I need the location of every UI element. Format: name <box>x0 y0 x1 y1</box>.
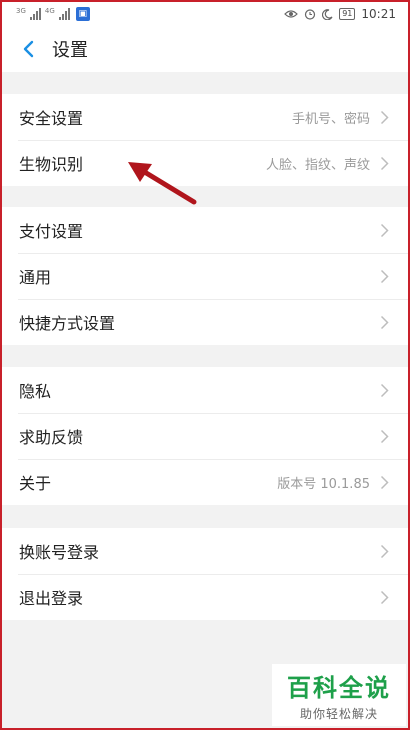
biometrics-row[interactable]: 生物识别 人脸、指纹、声纹 <box>2 140 408 186</box>
chevron-right-icon <box>380 382 392 398</box>
row-detail: 人脸、指纹、声纹 <box>265 157 370 173</box>
payment-settings-row[interactable]: 支付设置 <box>2 207 408 253</box>
moon-icon <box>322 8 333 20</box>
chevron-right-icon <box>380 474 392 490</box>
row-label: 求助反馈 <box>19 428 84 447</box>
row-label: 生物识别 <box>19 155 84 174</box>
settings-group-account: 安全设置 手机号、密码 生物识别 人脸、指纹、声纹 <box>2 94 408 186</box>
row-label: 安全设置 <box>19 109 84 128</box>
chevron-right-icon <box>380 155 392 171</box>
settings-group-account-actions: 换账号登录 退出登录 <box>2 528 408 620</box>
watermark-subtitle: 助你轻松解决 <box>299 707 378 721</box>
chevron-right-icon <box>380 428 392 444</box>
eye-icon <box>284 10 299 18</box>
signal-bars-icon <box>29 8 41 20</box>
switch-account-row[interactable]: 换账号登录 <box>2 528 408 574</box>
watermark-logo: 百科全说 助你轻松解决 <box>272 664 406 726</box>
back-button[interactable] <box>8 26 48 72</box>
row-label: 支付设置 <box>19 222 84 241</box>
signal-bars-icon <box>58 8 70 20</box>
signal-type-2: 4G <box>44 7 55 15</box>
version-text: 版本号 10.1.85 <box>277 476 370 492</box>
chevron-right-icon <box>380 268 392 284</box>
chevron-right-icon <box>380 222 392 238</box>
annotation-arrow-icon <box>128 162 197 205</box>
row-label: 快捷方式设置 <box>19 314 116 333</box>
chevron-right-icon <box>380 589 392 605</box>
signal-type-1: 3G <box>16 7 26 15</box>
chevron-right-icon <box>380 314 392 330</box>
row-label: 换账号登录 <box>19 543 100 562</box>
security-settings-row[interactable]: 安全设置 手机号、密码 <box>2 94 408 140</box>
logout-row[interactable]: 退出登录 <box>2 574 408 620</box>
about-row[interactable]: 关于 版本号 10.1.85 <box>2 459 408 505</box>
back-arrow-icon <box>23 40 34 58</box>
status-time: 10:21 <box>361 7 396 21</box>
shortcut-settings-row[interactable]: 快捷方式设置 <box>2 299 408 345</box>
row-detail: 手机号、密码 <box>291 111 370 127</box>
settings-group-info: 隐私 求助反馈 关于 版本号 10.1.85 <box>2 367 408 505</box>
chevron-right-icon <box>380 109 392 125</box>
settings-group-general: 支付设置 通用 快捷方式设置 <box>2 207 408 345</box>
row-label: 退出登录 <box>19 589 84 608</box>
row-label: 关于 <box>19 474 52 493</box>
notification-app-icon: ▣ <box>75 7 90 21</box>
row-label: 隐私 <box>19 382 52 401</box>
chevron-right-icon <box>380 543 392 559</box>
watermark-title: 百科全说 <box>287 674 391 702</box>
alarm-icon <box>305 9 316 20</box>
help-feedback-row[interactable]: 求助反馈 <box>2 413 408 459</box>
status-left: 3G 4G ▣ <box>16 7 90 21</box>
battery-icon: 91 <box>339 8 356 20</box>
general-row[interactable]: 通用 <box>2 253 408 299</box>
title-bar: 设置 <box>2 26 408 72</box>
status-right: 91 10:21 <box>284 7 396 21</box>
status-bar: 3G 4G ▣ 91 10:21 <box>2 2 408 26</box>
page-title: 设置 <box>52 40 88 61</box>
privacy-row[interactable]: 隐私 <box>2 367 408 413</box>
row-label: 通用 <box>19 268 52 287</box>
